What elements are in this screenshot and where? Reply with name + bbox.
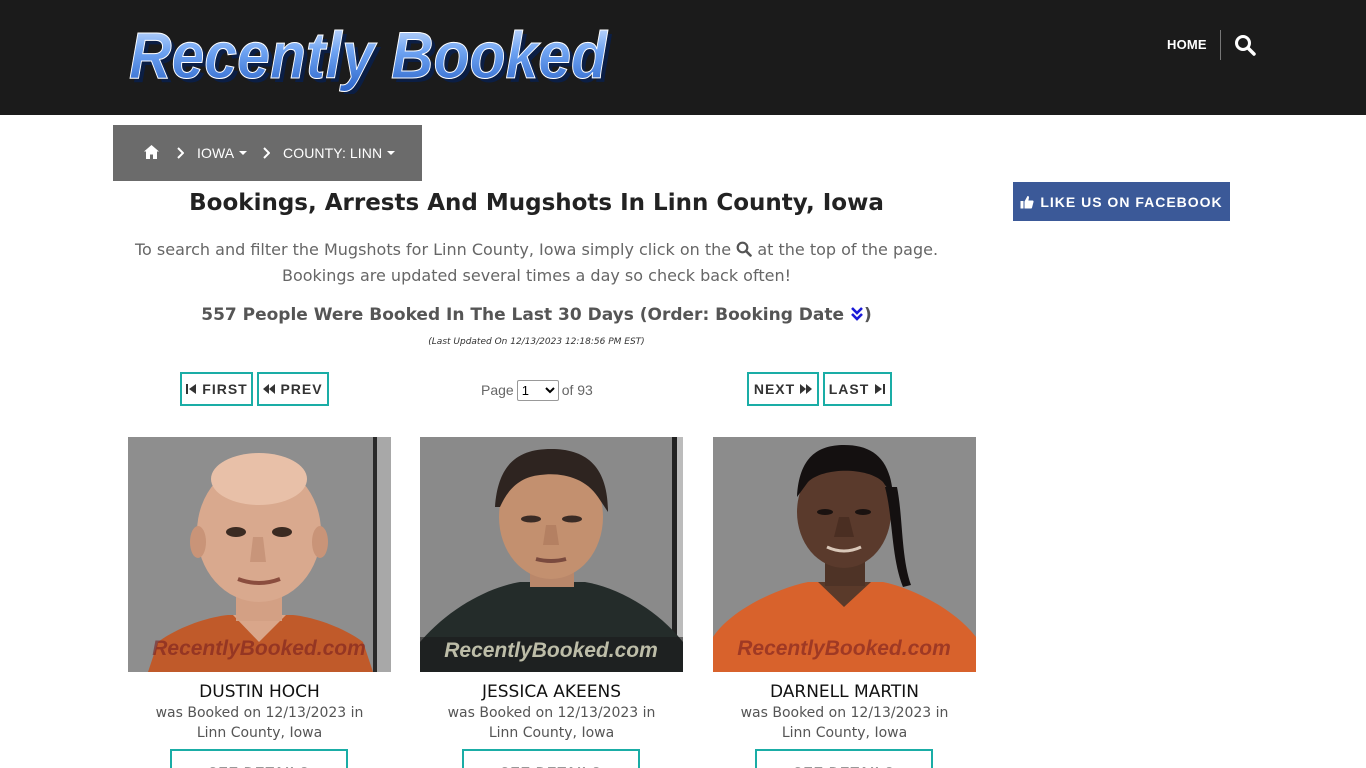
- nav-divider: [1220, 30, 1221, 60]
- forward-icon: [800, 384, 813, 394]
- see-details-button[interactable]: SEE DETAILS: [462, 749, 640, 768]
- search-icon: [736, 241, 753, 257]
- last-updated: (Last Updated On 12/13/2023 12:18:56 PM …: [428, 337, 645, 347]
- mugshot-photo[interactable]: RecentlyBooked.com: [128, 437, 391, 672]
- inmate-name[interactable]: JESSICA AKEENS: [420, 682, 683, 702]
- home-icon[interactable]: [143, 144, 160, 160]
- inmate-name[interactable]: DARNELL MARTIN: [713, 682, 976, 702]
- step-forward-icon: [875, 384, 886, 394]
- photo-watermark: RecentlyBooked.com: [152, 637, 366, 660]
- booking-info: was Booked on 12/13/2023 in Linn County, …: [447, 705, 656, 741]
- page-title: Bookings, Arrests And Mugshots In Linn C…: [189, 190, 884, 216]
- mugshot-photo[interactable]: RecentlyBooked.com: [713, 437, 976, 672]
- page-selector: Page 1 of 93: [481, 380, 593, 401]
- last-page-button[interactable]: LAST: [823, 372, 892, 406]
- nav-home-link[interactable]: HOME: [1167, 37, 1207, 52]
- page-select[interactable]: 1: [516, 380, 559, 401]
- booking-info: was Booked on 12/13/2023 in Linn County, …: [155, 705, 364, 741]
- photo-watermark: RecentlyBooked.com: [444, 639, 658, 662]
- mugshot-photo[interactable]: RecentlyBooked.com: [420, 437, 683, 672]
- site-header: Recently Booked Recently Booked HOME: [0, 0, 1366, 115]
- backward-icon: [263, 384, 276, 394]
- see-details-button[interactable]: SEE DETAILS: [170, 749, 348, 768]
- caret-down-icon: [387, 151, 396, 155]
- chevron-right-icon: [177, 147, 184, 159]
- breadcrumb-state[interactable]: IOWA: [197, 145, 248, 161]
- caret-down-icon: [239, 151, 248, 155]
- double-chevron-down-icon[interactable]: [850, 306, 864, 322]
- booking-count: 557 People Were Booked In The Last 30 Da…: [201, 305, 872, 325]
- step-backward-icon: [186, 384, 197, 394]
- prev-page-button[interactable]: PREV: [257, 372, 329, 406]
- next-page-button[interactable]: NEXT: [747, 372, 819, 406]
- chevron-right-icon: [263, 147, 270, 159]
- see-details-button[interactable]: SEE DETAILS: [755, 749, 933, 768]
- search-icon[interactable]: [1234, 34, 1256, 56]
- thumbs-up-icon: [1020, 195, 1034, 208]
- intro-text: To search and filter the Mugshots for Li…: [134, 240, 939, 285]
- inmate-name[interactable]: DUSTIN HOCH: [128, 682, 391, 702]
- photo-watermark: RecentlyBooked.com: [737, 637, 951, 660]
- facebook-like-button[interactable]: LIKE US ON FACEBOOK: [1013, 182, 1230, 221]
- breadcrumb-county[interactable]: COUNTY: LINN: [283, 145, 396, 161]
- site-logo[interactable]: Recently Booked Recently Booked: [127, 18, 617, 94]
- first-page-button[interactable]: FIRST: [180, 372, 253, 406]
- booking-info: was Booked on 12/13/2023 in Linn County, …: [740, 705, 949, 741]
- breadcrumb: IOWA COUNTY: LINN: [113, 125, 422, 181]
- logo-text: Recently Booked: [129, 18, 608, 92]
